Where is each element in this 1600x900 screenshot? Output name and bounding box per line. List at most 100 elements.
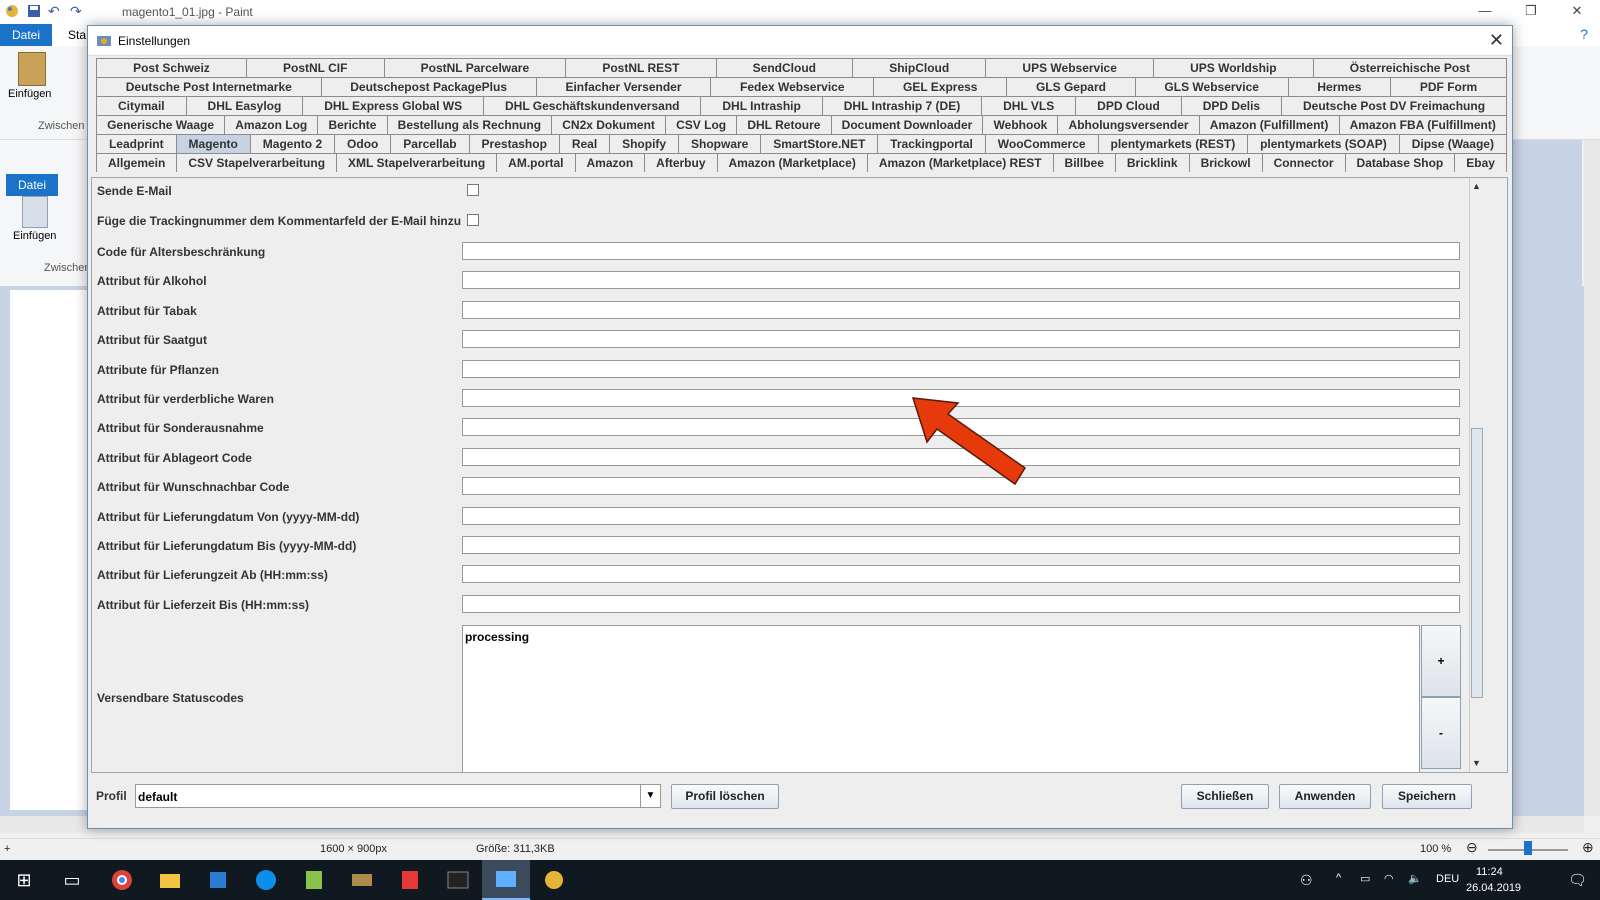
field-input[interactable] (462, 536, 1460, 554)
file-tab[interactable]: Datei (0, 24, 52, 46)
tab-fedex-webservice[interactable]: Fedex Webservice (710, 77, 875, 96)
file-explorer-icon[interactable] (146, 860, 194, 900)
tab-xml-stapelverarbeitung[interactable]: XML Stapelverarbeitung (336, 153, 498, 172)
tab-prestashop[interactable]: Prestashop (468, 134, 560, 153)
undo-icon[interactable]: ↶ (48, 3, 64, 19)
field-input[interactable] (462, 330, 1460, 349)
tab-deutschepost-packageplus[interactable]: Deutschepost PackagePlus (320, 77, 537, 96)
clock-date[interactable]: 26.04.2019 (1466, 882, 1521, 894)
tab-gls-gepard[interactable]: GLS Gepard (1006, 77, 1136, 96)
status-codes-textarea[interactable]: processing (462, 625, 1420, 772)
tab-dhl-vls[interactable]: DHL VLS (981, 96, 1077, 115)
notepad-plus-icon[interactable] (290, 860, 338, 900)
tab-dhl-easylog[interactable]: DHL Easylog (185, 96, 304, 115)
tab-gls-webservice[interactable]: GLS Webservice (1134, 77, 1289, 96)
language-indicator[interactable]: DEU (1436, 873, 1459, 885)
paint-taskbar-icon[interactable] (530, 860, 578, 900)
tab-magento[interactable]: Magento (175, 134, 251, 153)
profile-select[interactable]: default ▼ (135, 784, 661, 808)
tab-amazon-fba-fulfillment-[interactable]: Amazon FBA (Fulfillment) (1338, 115, 1507, 134)
checkbox[interactable] (467, 184, 479, 196)
tab-deutsche-post-internetmarke[interactable]: Deutsche Post Internetmarke (96, 77, 322, 96)
tab-postnl-parcelware[interactable]: PostNL Parcelware (383, 58, 567, 77)
tab-afterbuy[interactable]: Afterbuy (644, 153, 718, 172)
field-input[interactable] (462, 594, 1460, 613)
tab-csv-log[interactable]: CSV Log (665, 115, 738, 134)
field-input[interactable] (462, 271, 1460, 290)
tab-database-shop[interactable]: Database Shop (1344, 153, 1456, 172)
field-input[interactable] (462, 300, 1460, 319)
paste-label[interactable]: Einfügen (8, 88, 51, 100)
start-tab[interactable]: Sta (68, 28, 86, 42)
field-input[interactable] (462, 506, 1460, 525)
zoom-in-icon[interactable]: ⊕ (1582, 839, 1594, 856)
tab-csv-stapelverarbeitung[interactable]: CSV Stapelverarbeitung (176, 153, 338, 172)
tab-citymail[interactable]: Citymail (96, 96, 187, 115)
tab-dhl-intraship[interactable]: DHL Intraship (700, 96, 823, 115)
tab-plentymarkets-rest-[interactable]: plentymarkets (REST) (1097, 134, 1249, 153)
tab-österreichische-post[interactable]: Österreichische Post (1312, 58, 1507, 77)
chevron-down-icon[interactable]: ▼ (640, 785, 660, 807)
save-icon[interactable] (26, 3, 42, 19)
tab-dhl-retoure[interactable]: DHL Retoure (736, 115, 832, 134)
clipboard-icon-inner[interactable] (22, 196, 48, 228)
battery-icon[interactable]: ▭ (1360, 872, 1370, 885)
archive-icon[interactable] (338, 860, 386, 900)
photos-icon[interactable] (482, 860, 530, 900)
tab-deutsche-post-dv-freimachung[interactable]: Deutsche Post DV Freimachung (1281, 96, 1507, 115)
tab-ebay[interactable]: Ebay (1454, 153, 1507, 172)
tab-postnl-rest[interactable]: PostNL REST (565, 58, 717, 77)
tab-dhl-express-global-ws[interactable]: DHL Express Global WS (302, 96, 485, 115)
zoom-slider-thumb[interactable] (1524, 841, 1532, 855)
tab-brickowl[interactable]: Brickowl (1188, 153, 1263, 172)
tab-pdf-form[interactable]: PDF Form (1390, 77, 1507, 96)
tab-postnl-cif[interactable]: PostNL CIF (245, 58, 385, 77)
windows-start-icon[interactable]: ⊞ (0, 860, 48, 900)
tab-bricklink[interactable]: Bricklink (1114, 153, 1190, 172)
close-icon[interactable]: ✕ (1554, 0, 1600, 24)
zoom-out-icon[interactable]: ⊖ (1466, 839, 1478, 856)
tab-magento-2[interactable]: Magento 2 (249, 134, 336, 153)
tab-amazon-fulfillment-[interactable]: Amazon (Fulfillment) (1198, 115, 1340, 134)
task-view-icon[interactable]: ▭ (48, 860, 96, 900)
tab-plentymarkets-soap-[interactable]: plentymarkets (SOAP) (1247, 134, 1400, 153)
vscode-icon[interactable] (194, 860, 242, 900)
field-input[interactable] (462, 359, 1460, 378)
tab-parcellab[interactable]: Parcellab (390, 134, 470, 153)
paint-canvas[interactable] (10, 290, 90, 810)
paint-vertical-scrollbar[interactable] (1584, 140, 1600, 816)
tab-amazon-log[interactable]: Amazon Log (224, 115, 319, 134)
field-input[interactable] (462, 565, 1460, 584)
tab-generische-waage[interactable]: Generische Waage (96, 115, 226, 134)
close-button[interactable]: Schließen (1181, 784, 1269, 809)
tab-dhl-intraship-7-de-[interactable]: DHL Intraship 7 (DE) (821, 96, 983, 115)
tab-sendcloud[interactable]: SendCloud (715, 58, 854, 77)
tab-hermes[interactable]: Hermes (1287, 77, 1392, 96)
redo-icon[interactable]: ↷ (70, 3, 86, 19)
tab-connector[interactable]: Connector (1261, 153, 1346, 172)
paste-label-inner[interactable]: Einfügen (13, 230, 56, 242)
checkbox[interactable] (467, 214, 479, 226)
tab-shipcloud[interactable]: ShipCloud (852, 58, 987, 77)
tab-smartstore-net[interactable]: SmartStore.NET (760, 134, 879, 153)
tab-odoo[interactable]: Odoo (334, 134, 392, 153)
tab-post-schweiz[interactable]: Post Schweiz (96, 58, 247, 77)
minimize-icon[interactable]: — (1462, 0, 1508, 24)
terminal-icon[interactable] (434, 860, 482, 900)
tab-allgemein[interactable]: Allgemein (96, 153, 178, 172)
chevron-up-icon[interactable]: ^ (1336, 872, 1341, 884)
notifications-icon[interactable]: 🗨 (1568, 871, 1587, 889)
file-tab-inner[interactable]: Datei (6, 174, 58, 196)
tab-dhl-geschäftskundenversand[interactable]: DHL Geschäftskundenversand (483, 96, 702, 115)
tab-trackingportal[interactable]: Trackingportal (877, 134, 986, 153)
wifi-icon[interactable]: ◠ (1384, 872, 1394, 885)
scroll-up-icon[interactable]: ▲ (1472, 181, 1481, 191)
people-icon[interactable]: ⚇ (1300, 872, 1313, 889)
apply-button[interactable]: Anwenden (1279, 784, 1371, 809)
tab-gel-express[interactable]: GEL Express (873, 77, 1008, 96)
chrome-icon[interactable] (98, 860, 146, 900)
tab-amazon-marketplace-rest[interactable]: Amazon (Marketplace) REST (866, 153, 1054, 172)
tab-abholungsversender[interactable]: Abholungsversender (1057, 115, 1200, 134)
tab-ups-webservice[interactable]: UPS Webservice (985, 58, 1155, 77)
tab-document-downloader[interactable]: Document Downloader (830, 115, 984, 134)
